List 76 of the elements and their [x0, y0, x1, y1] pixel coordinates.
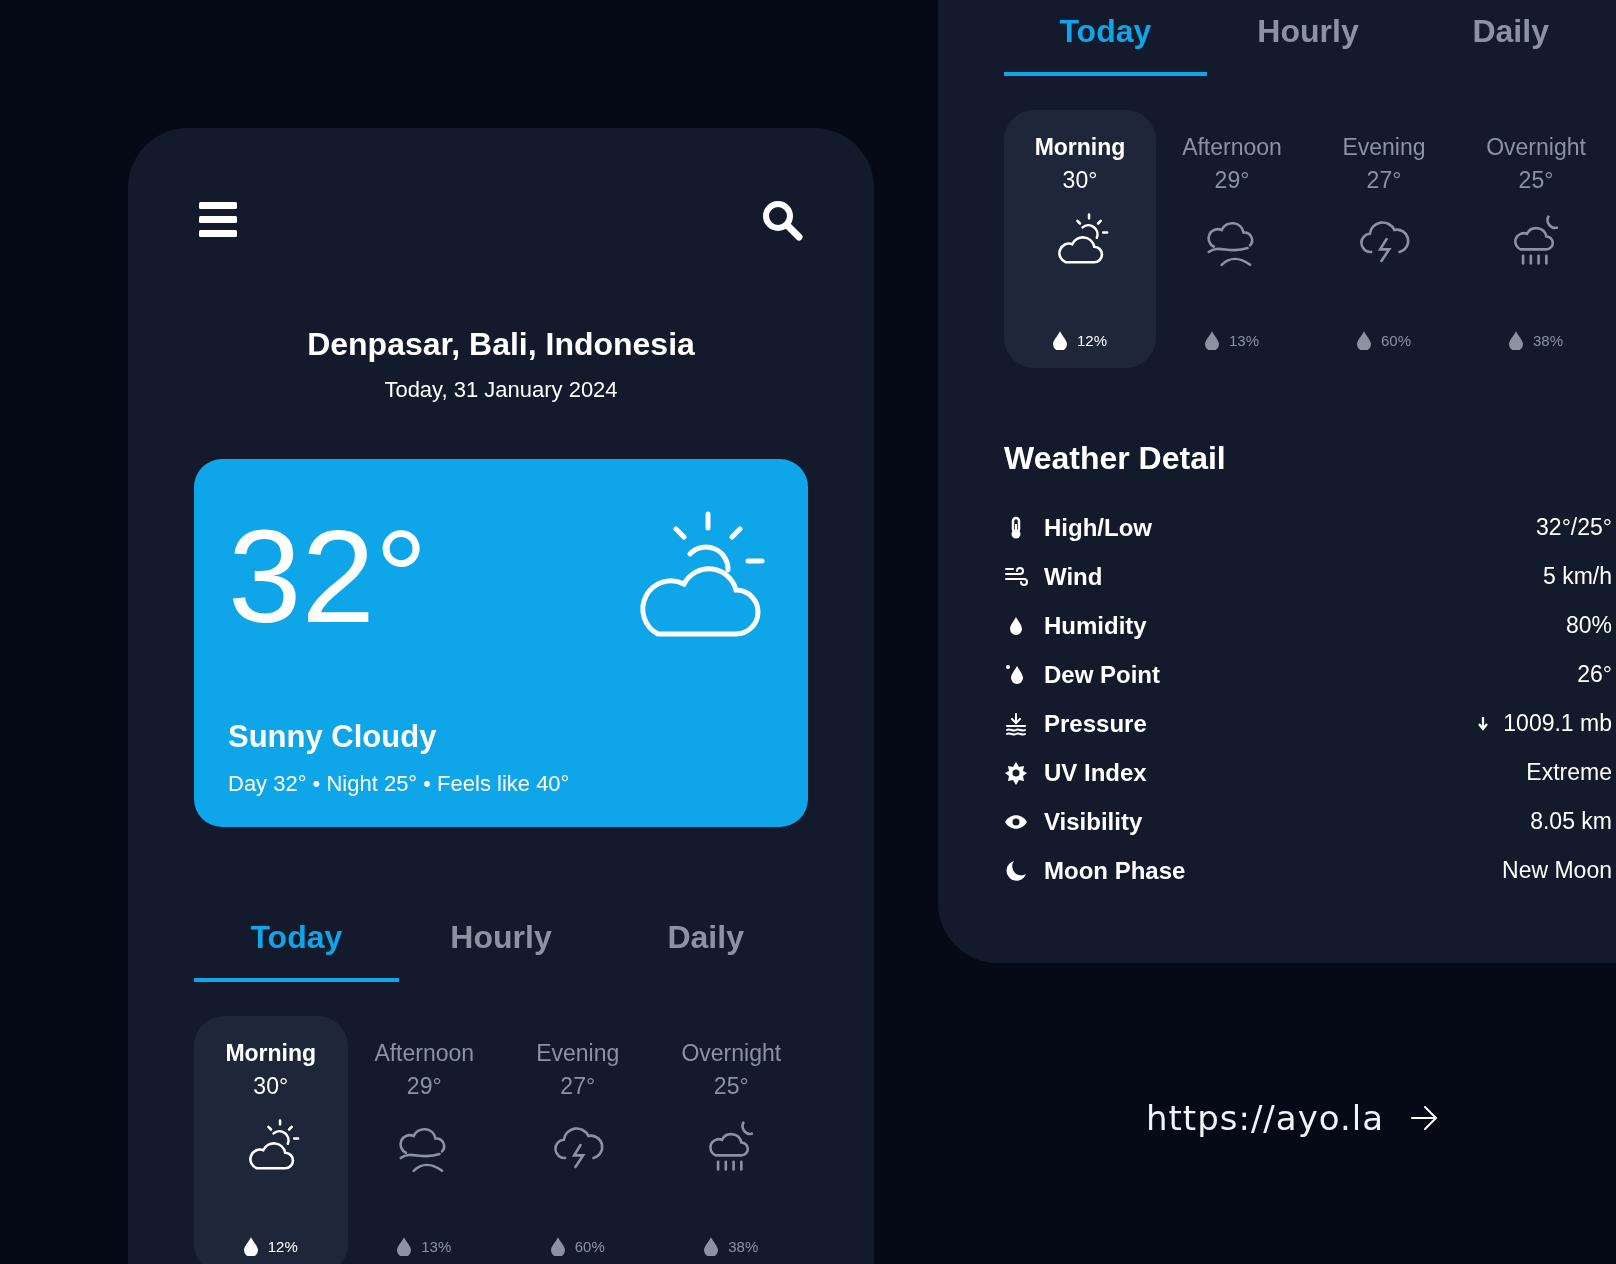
moon-icon [1004, 858, 1028, 883]
precipitation-chance: 13% [1229, 332, 1259, 349]
period-label: Morning [225, 1040, 317, 1067]
tab[interactable]: Hourly [1206, 13, 1410, 76]
period-temperature: 29° [1214, 167, 1250, 194]
detail-label: UV Index [1044, 758, 1147, 787]
precipitation-chance: 60% [1381, 332, 1411, 349]
period-card[interactable]: Evening 27° 60% [501, 1016, 655, 1264]
detail-value: Extreme [1526, 759, 1612, 786]
period-temperature: 29° [406, 1073, 442, 1100]
period-card[interactable]: Afternoon 29° 13% [347, 1016, 501, 1264]
period-temperature: 27° [1366, 167, 1402, 194]
tab[interactable]: Hourly [398, 919, 604, 982]
raindrop-icon [1205, 331, 1219, 350]
wind-icon [1004, 564, 1028, 589]
detail-value: 80% [1565, 612, 1612, 639]
raindrop-icon [550, 1237, 565, 1256]
period-label: Overnight [681, 1040, 782, 1067]
detail-label: High/Low [1044, 513, 1152, 542]
raindrop-icon [1053, 331, 1067, 350]
menu-icon[interactable] [199, 202, 237, 238]
detail-value: 5 km/h [1542, 563, 1612, 590]
detail-label: Wind [1044, 562, 1103, 591]
website-link[interactable]: https://ayo.la [1145, 1098, 1385, 1138]
period-temperature: 30° [253, 1073, 289, 1100]
precipitation-chance: 13% [421, 1238, 452, 1255]
period-label: Afternoon [1182, 134, 1282, 161]
detail-label: Humidity [1044, 611, 1147, 640]
period-label: Evening [1342, 134, 1426, 161]
detail-value: 26° [1577, 661, 1612, 688]
tab[interactable]: Today [194, 919, 399, 982]
period-temperature: 27° [560, 1073, 596, 1100]
detail-label: Dew Point [1044, 660, 1160, 689]
precipitation-chance: 60% [574, 1238, 605, 1255]
weather-summary: Day 32° • Night 25° • Feels like 40° [228, 771, 571, 797]
tab[interactable]: Daily [603, 919, 808, 982]
pressure-icon [1004, 711, 1028, 736]
detail-value: 8.05 km [1530, 808, 1612, 835]
tab[interactable]: Daily [1409, 13, 1612, 76]
detail-value: New Moon [1502, 857, 1612, 884]
period-label: Overnight [1486, 134, 1586, 161]
period-card[interactable]: Overnight 25° 38% [1460, 110, 1612, 368]
raindrop-icon [704, 1237, 719, 1256]
period-label: Evening [536, 1040, 620, 1067]
raindrop-icon [397, 1237, 412, 1256]
weather-condition: Sunny Cloudy [228, 719, 438, 755]
precipitation-chance: 38% [728, 1238, 759, 1255]
raindrop-icon [1357, 331, 1371, 350]
raindrop-icon [1509, 331, 1523, 350]
tab[interactable]: Today [1004, 13, 1207, 76]
period-label: Morning [1034, 134, 1126, 161]
precipitation-chance: 12% [267, 1238, 298, 1255]
detail-label: Visibility [1044, 807, 1143, 836]
arrow-right-icon[interactable] [1410, 1104, 1439, 1132]
detail-label: Pressure [1044, 709, 1147, 738]
current-temperature: 32° [228, 511, 428, 643]
city-name: Denpasar, Bali, Indonesia [306, 326, 696, 363]
period-card[interactable]: Overnight 25° 38% [654, 1016, 808, 1264]
period-card[interactable]: Morning 30° 12% [1004, 110, 1156, 368]
period-temperature: 30° [1062, 167, 1098, 194]
period-label: Afternoon [374, 1040, 475, 1067]
precipitation-chance: 12% [1077, 332, 1107, 349]
period-card[interactable]: Afternoon 29° 13% [1156, 110, 1308, 368]
detail-value: 1009.1 mb [1503, 710, 1612, 737]
sun-icon [1004, 760, 1028, 785]
raindrop-icon [243, 1237, 258, 1256]
period-temperature: 25° [1518, 167, 1554, 194]
period-card[interactable]: Morning 30° 12% [194, 1016, 348, 1264]
detail-value: 32°/25° [1536, 514, 1612, 541]
period-temperature: 25° [713, 1073, 749, 1100]
search-icon[interactable] [760, 198, 804, 242]
date-text: Today, 31 January 2024 [383, 377, 619, 403]
precipitation-chance: 38% [1533, 332, 1563, 349]
period-card[interactable]: Evening 27° 60% [1308, 110, 1460, 368]
section-heading: Weather Detail [1004, 440, 1227, 477]
detail-label: Moon Phase [1044, 856, 1186, 885]
